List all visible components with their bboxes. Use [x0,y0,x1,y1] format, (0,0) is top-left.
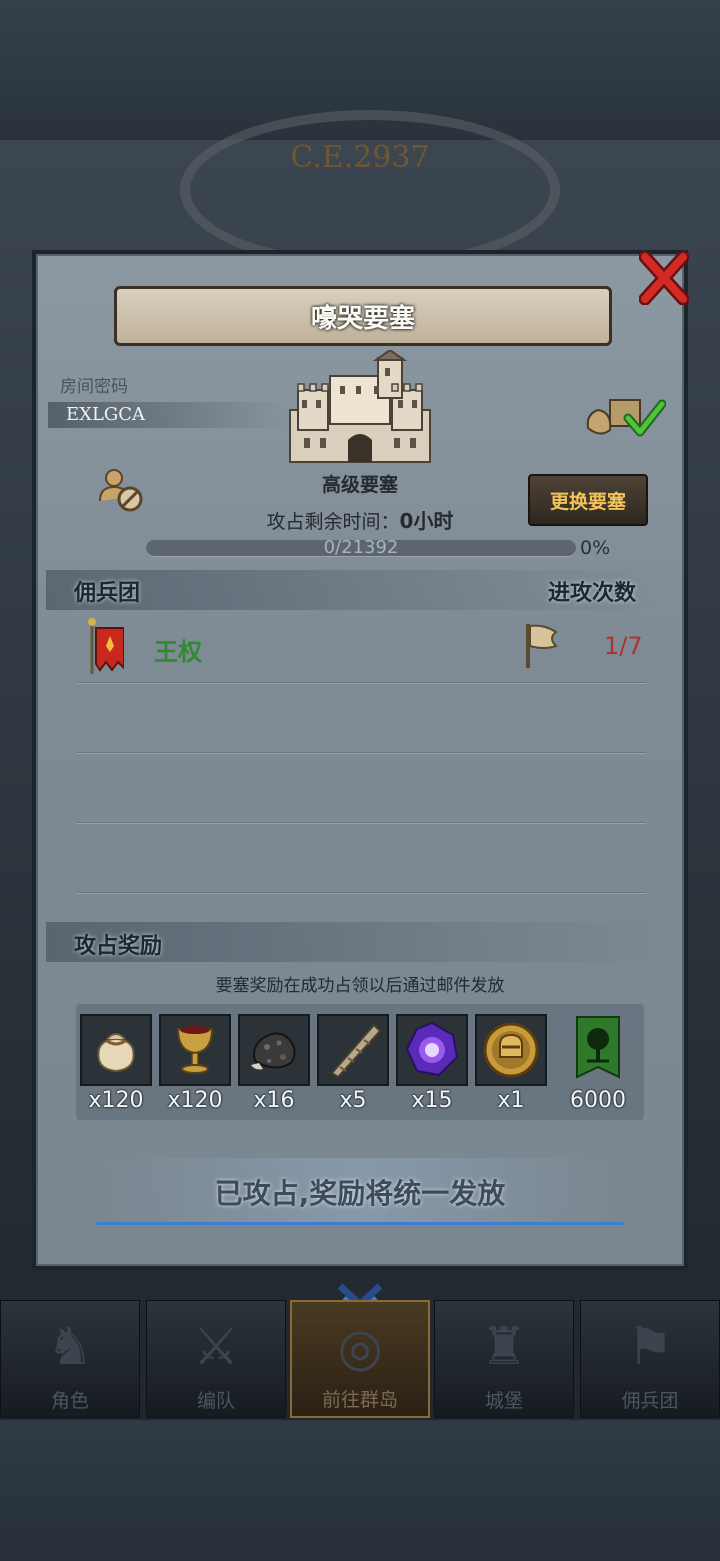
row-divider [76,892,646,893]
nav-tab-islands[interactable]: ◎ 前往群岛 [290,1300,430,1418]
row-divider [76,682,646,683]
magic-crystal-icon [405,1021,459,1077]
time-left-label: 攻占剩余时间： [266,511,400,533]
nav-label: 前往群岛 [321,1389,398,1411]
nav-label: 城堡 [484,1390,523,1412]
progress-percent: 0% [580,537,611,559]
attack-count: 1/7 [604,632,643,660]
reward-quantity: x120 [167,1088,223,1113]
pouch-icon [97,1033,135,1073]
reward-item[interactable]: x5 [317,1014,389,1113]
room-code[interactable]: EXLGCA [66,402,145,428]
rewards-claimed-icon[interactable] [584,392,666,444]
attack-count-header: 进攻次数 [548,581,637,606]
fortress-type-label: 高级要塞 [321,474,398,496]
mercenary-header: 佣兵团 [74,581,141,606]
knight-icon: ♞ [46,1317,94,1377]
reward-item[interactable]: x15 [396,1014,468,1113]
reward-item[interactable]: x16 [238,1014,310,1113]
room-password-label: 房间密码 [60,377,128,397]
reward-quantity: x16 [253,1088,295,1113]
castle-icon: ♜ [480,1317,528,1377]
reward-quantity: x120 [88,1088,144,1113]
reward-frame [562,1014,634,1086]
nav-tab-castle[interactable]: ♜ 城堡 [434,1300,574,1418]
attack-flag-icon [526,624,558,668]
reward-quantity: x15 [411,1088,453,1113]
bottom-background [0,1420,720,1561]
era-label: C.E.2937 [290,140,430,175]
nav-tab-formation[interactable]: ⚔ 编队 [146,1300,286,1418]
fortress-castle-icon [289,350,431,463]
close-icon [639,251,689,305]
era-clock-ring [180,110,560,270]
nav-label: 佣兵团 [621,1390,679,1412]
dialog-title: 嚎哭要塞 [114,286,612,346]
rewards-header: 攻占奖励 [74,934,163,959]
time-left-value: 0小时 [399,509,454,533]
reward-frame [475,1014,547,1086]
reward-item[interactable]: x120 [80,1014,152,1113]
reward-item[interactable]: x120 [159,1014,231,1113]
reward-notice: 要塞奖励在成功占领以后通过邮件发放 [215,976,505,996]
time-left: 攻占剩余时间：0小时 [200,505,520,534]
reward-frame [317,1014,389,1086]
reward-quantity: x5 [339,1088,367,1113]
nav-label: 编队 [196,1390,235,1412]
mercenary-name: 王权 [154,638,202,666]
goblet-icon [176,1026,214,1074]
row-divider [76,822,646,823]
reward-frame [80,1014,152,1086]
ore-icon [251,1032,296,1070]
bottom-navigation: ♞ 角色 ⚔ 编队 ◎ 前往群岛 ♜ 城堡 ⚑ 佣兵团 [0,1282,720,1422]
reward-item[interactable]: x1 [475,1014,547,1113]
reward-quantity: 6000 [570,1088,626,1113]
mercenary-icon: ⚑ [626,1317,674,1377]
helmet-medal-icon [483,1022,539,1078]
row-divider [76,752,646,753]
reward-frame [238,1014,310,1086]
squad-icon: ⚔ [192,1317,240,1377]
no-visitor-icon[interactable] [98,467,144,513]
horn-icon [330,1023,382,1079]
islands-icon: ◎ [337,1318,383,1378]
reward-frame [396,1014,468,1086]
mercenary-row[interactable]: 王权 1/7 [76,612,646,682]
close-button[interactable] [636,248,692,308]
nav-tab-character[interactable]: ♞ 角色 [0,1300,140,1418]
reward-item[interactable]: 6000 [562,1014,634,1113]
change-fortress-button[interactable]: 更换要塞 [528,474,648,526]
capture-result-text: 已攻占,奖励将统一发放 [214,1177,506,1210]
guild-banner-icon [88,618,124,674]
progress-text: 0/21392 [323,537,399,558]
reward-frame [159,1014,231,1086]
reward-quantity: x1 [497,1088,525,1113]
nav-label: 角色 [50,1390,89,1412]
nav-tab-mercenary[interactable]: ⚑ 佣兵团 [580,1300,720,1418]
tree-banner-icon [576,1016,620,1079]
